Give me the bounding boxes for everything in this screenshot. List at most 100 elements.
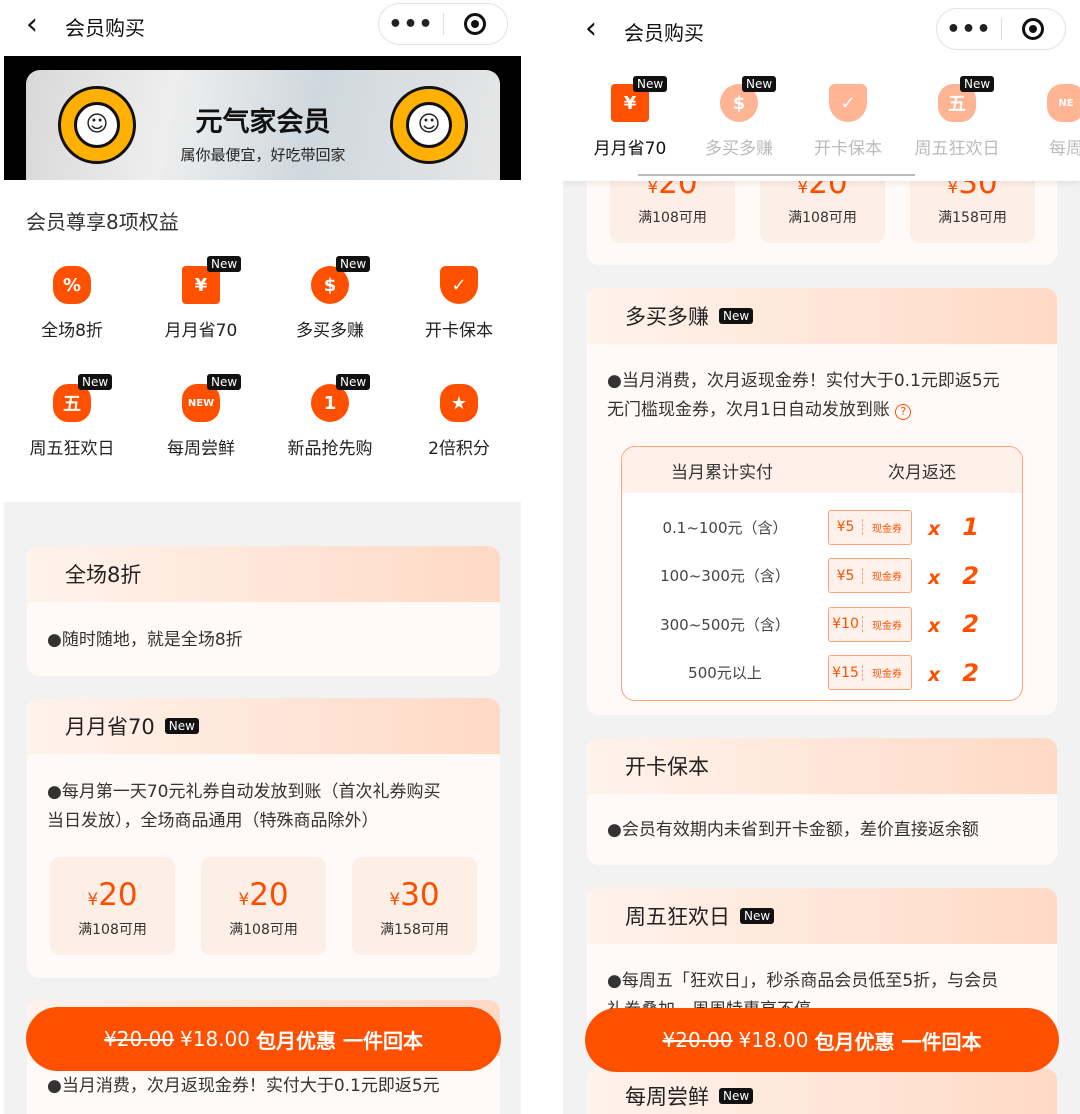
benefit-label: 每周尝鲜 xyxy=(167,439,235,459)
tab-1[interactable]: $ New 多买多赚 xyxy=(684,76,794,159)
percent-badge-icon: % xyxy=(53,266,91,304)
new-tag: New xyxy=(78,374,113,390)
tab-icon: ✓ xyxy=(829,84,867,122)
more-button[interactable]: ••• xyxy=(379,12,443,37)
table-row: 100~300元（含） ¥5 现金券 x 2 xyxy=(622,552,1022,601)
record-icon xyxy=(464,13,487,35)
buy-label: 包月优惠 一件回本 xyxy=(256,1028,423,1053)
benefit-label: 开卡保本 xyxy=(425,321,493,341)
mini-program-capsule: ••• xyxy=(378,3,508,45)
range: 0.1~100元（含） xyxy=(662,518,788,537)
new-tag: New xyxy=(719,308,754,324)
benefit-item[interactable]: % 全场8折 xyxy=(12,266,132,341)
multiplier: x2 xyxy=(928,658,979,687)
help-icon[interactable]: ? xyxy=(895,404,912,420)
buy-label: 包月优惠 一件回本 xyxy=(814,1029,982,1054)
mini-program-capsule: ••• xyxy=(936,8,1066,50)
new-tag: New xyxy=(207,374,242,390)
price: ¥18.00 xyxy=(180,1027,250,1051)
benefit-item[interactable]: $ New 多买多赚 xyxy=(270,256,390,341)
card-text: ●每周五「狂欢日」，秒杀商品会员低至5折，与会员 xyxy=(607,971,999,991)
tab-2[interactable]: ✓ 开卡保本 xyxy=(793,84,903,159)
new-tag: New xyxy=(719,1088,754,1104)
benefit-card-monthly: 月月省70 New ●每月第一天70元礼券自动发放到账（首次礼券购买 当日发放），… xyxy=(27,698,500,978)
card-text: ●当月消费，次月返现金券！实付大于0.1元即返5元 xyxy=(47,1076,440,1096)
benefit-card-buy-more: 多买多赚 New ●当月消费，次月返现金券！实付大于0.1元即返5元 无门槛现金券… xyxy=(587,288,1057,715)
tab-scrollbar[interactable] xyxy=(638,174,915,176)
benefit-item[interactable]: 1 New 新品抢先购 xyxy=(270,374,390,459)
page-title: 会员购买 xyxy=(65,16,145,40)
range: 300~500元（含） xyxy=(660,615,790,634)
new-tag: New xyxy=(740,908,775,924)
card-text: 无门槛现金券，次月1日自动发放到账 ? xyxy=(607,396,912,425)
benefit-label: 新品抢先购 xyxy=(287,439,373,459)
tab-label: 每周 xyxy=(1049,139,1080,159)
shield-check-icon: ✓ xyxy=(440,266,478,304)
old-price: ¥20.00 xyxy=(104,1027,175,1051)
benefit-card-guarantee: 开卡保本 ●会员有效期内未省到开卡金额，差价直接返余额 xyxy=(587,738,1057,865)
old-price: ¥20.00 xyxy=(662,1028,733,1052)
benefit-item[interactable]: 五 New 周五狂欢日 xyxy=(12,374,132,459)
close-button[interactable] xyxy=(444,13,507,35)
nav-bar: ‹ 会员购买 ••• ¥ New 月月省70 $ New 多买多赚 ✓ 开卡保本五 New 周五狂… xyxy=(563,0,1080,181)
benefit-item[interactable]: ¥ New 月月省70 xyxy=(141,256,261,341)
multiplier: x1 xyxy=(928,513,979,542)
benefits-title: 会员尊享8项权益 xyxy=(26,210,179,234)
multiplier: x2 xyxy=(928,561,979,590)
back-icon[interactable]: ‹ xyxy=(585,14,597,44)
table-row: 0.1~100元（含） ¥5 现金券 x 1 xyxy=(622,503,1022,552)
card-title: 开卡保本 xyxy=(587,738,1057,794)
multiplier: x2 xyxy=(928,610,979,639)
card-title: 周五狂欢日 xyxy=(625,905,730,929)
benefit-item[interactable]: ✓ 开卡保本 xyxy=(399,266,519,341)
card-text: ●随时随地，就是全场8折 xyxy=(47,630,243,650)
table-row: 300~500元（含） ¥10 现金券 x 2 xyxy=(622,600,1022,649)
banner-title: 元气家会员 xyxy=(195,107,331,138)
table-row: 500元以上 ¥15 现金券 x 2 xyxy=(622,649,1022,698)
coupon: ¥30 满158可用 xyxy=(352,857,477,955)
range: 100~300元（含） xyxy=(660,567,790,586)
new-tag: New xyxy=(742,76,777,92)
new-tag: New xyxy=(960,76,995,92)
buy-button[interactable]: ¥20.00 ¥18.00 包月优惠 一件回本 xyxy=(585,1008,1059,1072)
cash-voucher: ¥10 现金券 xyxy=(828,606,912,642)
more-button[interactable]: ••• xyxy=(937,17,1001,42)
right-screen: ¥20 满108可用 ¥20 满108可用 ¥30 满158可用 ‹ 会员购买 •••… xyxy=(563,0,1080,1114)
new-tag: New xyxy=(207,256,242,272)
cash-voucher: ¥5 现金券 xyxy=(828,509,912,545)
tab-label: 月月省70 xyxy=(593,139,667,159)
close-button[interactable] xyxy=(1002,18,1065,40)
card-text: ●当月消费，次月返现金券！实付大于0.1元即返5元 xyxy=(607,371,1000,391)
cashback-table: 当月累计实付 次月返还 0.1~100元（含） ¥5 现金券 x 1 100~300元（含）… xyxy=(621,446,1023,701)
benefit-card-weekly: 每周尝鲜 New xyxy=(587,1068,1057,1114)
new-tag: New xyxy=(336,374,371,390)
price: ¥18.00 xyxy=(738,1028,809,1052)
buy-button[interactable]: ¥20.00 ¥18.00 包月优惠 一件回本 xyxy=(26,1007,501,1071)
tab-label: 开卡保本 xyxy=(814,139,882,159)
tab-icon: NE xyxy=(1047,84,1080,122)
benefit-tabs: ¥ New 月月省70 $ New 多买多赚 ✓ 开卡保本五 New 周五狂欢日 NE 每周 xyxy=(563,60,1080,180)
back-icon[interactable]: ‹ xyxy=(26,10,38,40)
benefit-label: 2倍积分 xyxy=(428,439,490,459)
card-title: 月月省70 xyxy=(65,715,155,739)
banner: ☺ ☺ 元气家会员 属你最便宜，好吃带回家 xyxy=(4,56,521,180)
banner-subtitle: 属你最便宜，好吃带回家 xyxy=(180,146,346,164)
tab-0[interactable]: ¥ New 月月省70 xyxy=(575,76,685,159)
star-badge-icon: ★ xyxy=(440,384,478,422)
new-tag: New xyxy=(336,256,371,272)
tab-label: 周五狂欢日 xyxy=(914,139,1000,159)
cash-voucher: ¥5 现金券 xyxy=(828,558,912,594)
nav-bar: ‹ 会员购买 ••• xyxy=(4,0,521,56)
new-tag: New xyxy=(164,718,199,734)
benefits-section: 会员尊享8项权益 % 全场8折 ¥ New 月月省70 $ New 多买多赚 ✓ 开卡保本五 New… xyxy=(4,180,521,502)
card-title: 每周尝鲜 xyxy=(625,1085,709,1109)
tab-3[interactable]: 五 New 周五狂欢日 xyxy=(902,76,1012,159)
benefit-item[interactable]: NEW New 每周尝鲜 xyxy=(141,374,261,459)
benefit-item[interactable]: ★ 2倍积分 xyxy=(399,384,519,459)
card-title: 多买多赚 xyxy=(625,305,709,329)
new-tag: New xyxy=(633,76,668,92)
tab-4[interactable]: NE 每周 xyxy=(1011,84,1080,159)
record-icon xyxy=(1022,18,1045,40)
benefit-label: 全场8折 xyxy=(41,321,103,341)
card-text: ●会员有效期内未省到开卡金额，差价直接返余额 xyxy=(607,820,979,840)
